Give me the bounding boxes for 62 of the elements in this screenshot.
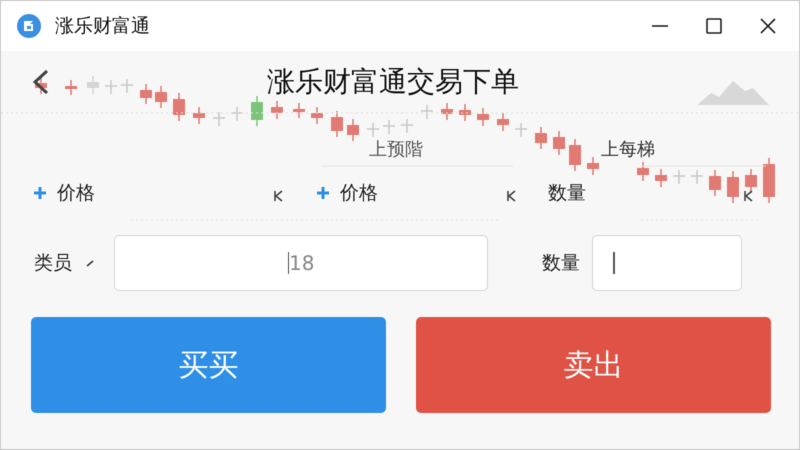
plus-icon[interactable] xyxy=(316,186,330,200)
candle xyxy=(331,111,343,137)
slash-mark-icon xyxy=(86,259,94,267)
window-title: 涨乐财富通 xyxy=(55,14,150,39)
app-logo-icon xyxy=(17,14,41,38)
page-title: 涨乐财富通交易下单 xyxy=(267,64,519,100)
candle xyxy=(569,139,581,171)
candle xyxy=(121,79,133,93)
candle xyxy=(655,169,667,187)
corner-mark-icon xyxy=(743,190,753,202)
price-label: 价格 xyxy=(340,181,378,206)
candle xyxy=(763,158,775,203)
candle xyxy=(35,77,47,94)
candle xyxy=(709,170,721,196)
candle xyxy=(311,107,323,124)
candle xyxy=(140,84,152,104)
quantity-input-field[interactable] xyxy=(592,235,742,291)
candle xyxy=(231,107,243,121)
candle xyxy=(637,162,649,181)
candle xyxy=(515,123,527,137)
candle xyxy=(65,80,77,95)
back-icon[interactable] xyxy=(31,68,51,96)
candle xyxy=(155,86,167,108)
candle xyxy=(727,171,739,203)
candle xyxy=(367,123,379,137)
close-icon[interactable] xyxy=(759,17,777,35)
chart-label: 上每梯 xyxy=(601,138,655,161)
candle xyxy=(553,131,565,155)
candle xyxy=(587,157,599,175)
maximize-icon[interactable] xyxy=(705,17,723,35)
mountain-icon xyxy=(697,79,769,105)
candle xyxy=(421,105,433,119)
type-input-field[interactable]: 18 xyxy=(114,235,488,291)
candle xyxy=(383,120,395,134)
candle xyxy=(745,169,757,193)
buy-button[interactable]: 买买 xyxy=(31,317,386,413)
plus-icon[interactable] xyxy=(33,186,47,200)
candle xyxy=(213,112,225,126)
candle xyxy=(459,104,471,121)
corner-mark-icon xyxy=(273,190,283,202)
candle xyxy=(401,119,413,133)
candle xyxy=(673,170,685,184)
candle xyxy=(251,96,263,126)
candle xyxy=(497,113,509,131)
candle xyxy=(87,76,99,94)
candle xyxy=(173,93,185,121)
chart-label: 上预階 xyxy=(369,138,423,161)
candle xyxy=(271,101,283,119)
candle xyxy=(535,127,547,149)
candle xyxy=(193,107,205,124)
candle xyxy=(477,108,489,126)
quantity-label: 数量 xyxy=(548,181,586,206)
quantity-label: 数量 xyxy=(542,251,580,276)
price-label: 价格 xyxy=(57,181,95,206)
candle xyxy=(691,170,703,184)
corner-mark-icon xyxy=(506,190,516,202)
sell-button[interactable]: 卖出 xyxy=(416,317,771,413)
candle xyxy=(293,103,305,118)
type-label: 类员 xyxy=(34,251,72,276)
candle xyxy=(347,119,359,141)
candle xyxy=(441,103,453,120)
candle xyxy=(105,80,117,94)
